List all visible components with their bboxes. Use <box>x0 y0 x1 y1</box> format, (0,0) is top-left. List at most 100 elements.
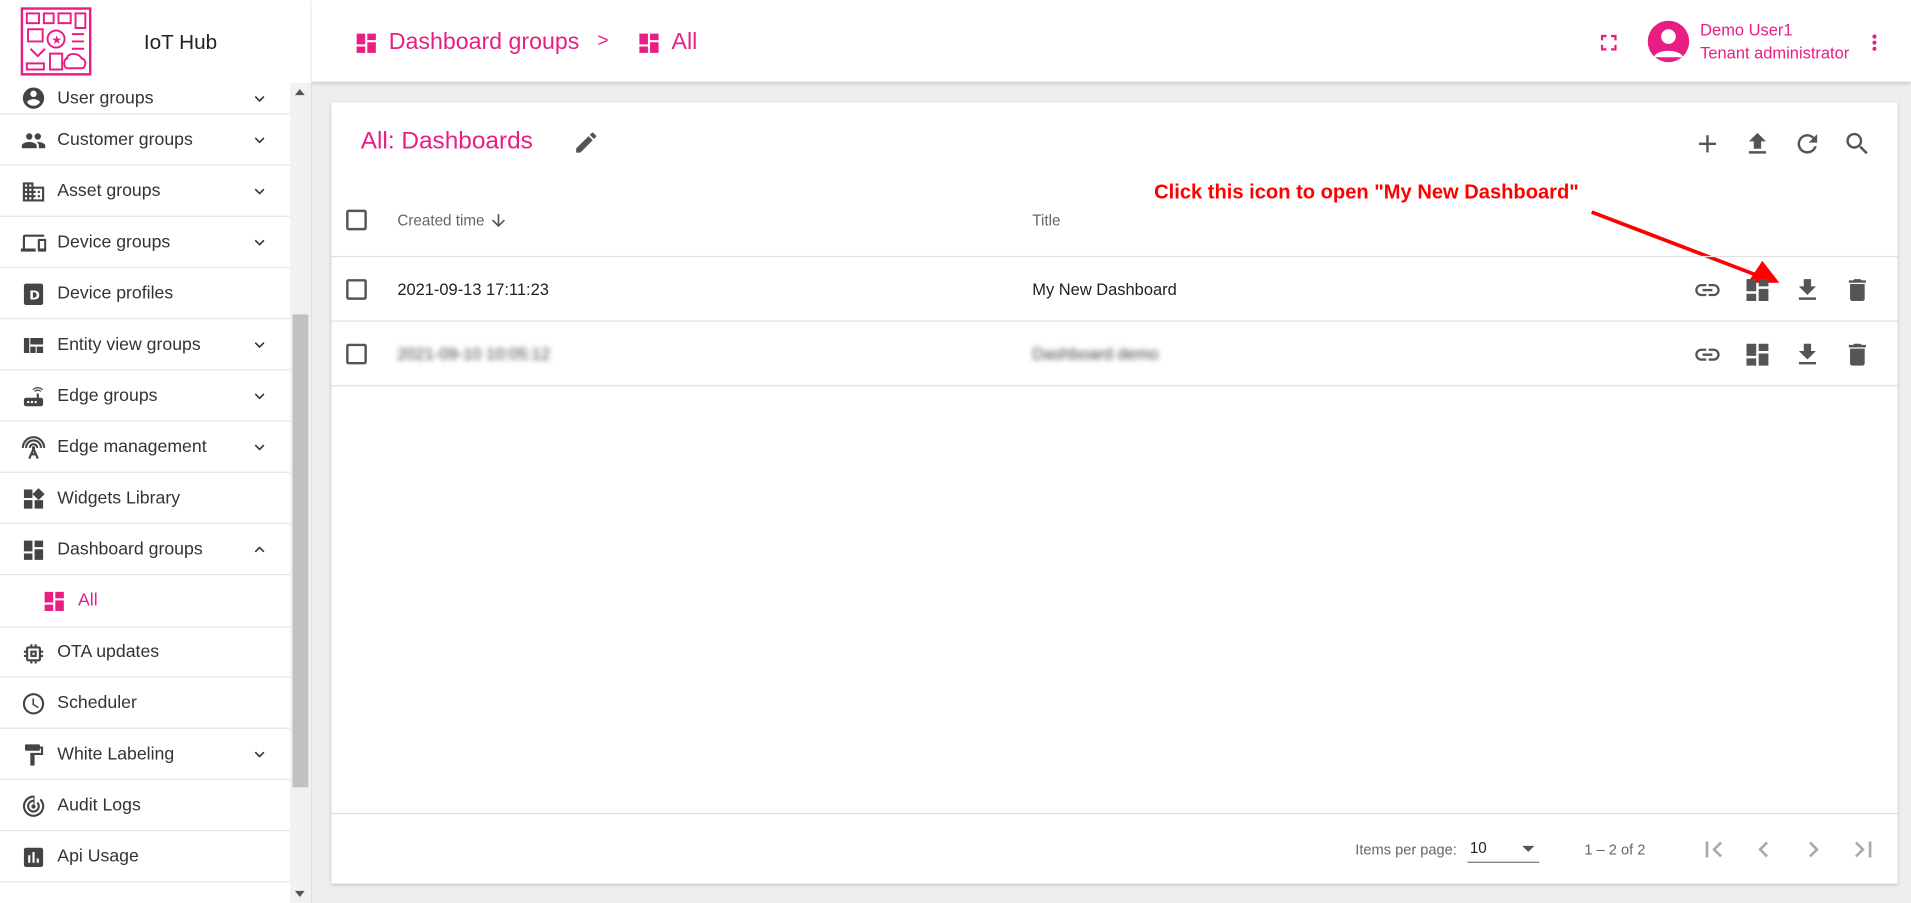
chevron-down-icon[interactable] <box>250 335 270 355</box>
sidebar-item-device-profiles[interactable]: D Device profiles <box>0 268 291 320</box>
chevron-down-icon[interactable] <box>250 130 270 150</box>
sidebar-item-entity-view-groups[interactable]: Entity view groups <box>0 319 291 371</box>
upload-icon[interactable] <box>1743 129 1772 158</box>
app-logo[interactable]: ★ <box>20 7 92 76</box>
scroll-up-arrow-icon[interactable] <box>294 88 305 96</box>
sidebar-item-label: Edge groups <box>57 385 158 406</box>
open-dashboard-icon[interactable] <box>1743 340 1772 369</box>
sidebar-item-api-usage[interactable]: Api Usage <box>0 831 291 883</box>
sidebar-scrollbar[interactable] <box>290 82 311 903</box>
arrow-down-icon[interactable] <box>489 211 509 231</box>
dashboards-card: All: Dashboards Click this icon to open … <box>331 102 1898 884</box>
sidebar-item-edge-groups[interactable]: Edge groups <box>0 371 291 422</box>
sidebar-item-label: Asset groups <box>57 180 161 201</box>
sidebar-item-label: White Labeling <box>57 744 175 764</box>
delete-icon[interactable] <box>1843 340 1872 369</box>
building-icon <box>21 179 47 205</box>
chevron-down-icon[interactable] <box>250 89 270 109</box>
column-header-created-time[interactable]: Created time <box>397 212 484 229</box>
breadcrumb-dashboard-groups[interactable]: Dashboard groups <box>353 29 579 56</box>
router-icon <box>21 384 47 410</box>
chevron-up-icon[interactable] <box>250 540 270 560</box>
sidebar-item-user-groups[interactable]: User groups <box>0 83 291 115</box>
sidebar-item-label: Edge management <box>57 436 207 457</box>
memory-chip-icon <box>21 641 47 667</box>
view-quilt-icon <box>21 333 47 359</box>
sidebar-item-white-labeling[interactable]: White Labeling <box>0 729 291 780</box>
download-icon[interactable] <box>1793 340 1822 369</box>
table-row[interactable]: 2021-09-10 10:05:12 Dashboard demo <box>331 322 1898 387</box>
sidebar-item-label: Entity view groups <box>57 334 201 355</box>
chevron-down-icon[interactable] <box>250 438 270 458</box>
more-vert-icon[interactable] <box>1862 29 1886 56</box>
first-page-icon[interactable] <box>1698 834 1730 866</box>
fullscreen-icon[interactable] <box>1595 29 1622 56</box>
row-checkbox[interactable] <box>346 343 367 365</box>
previous-page-icon[interactable] <box>1748 834 1780 866</box>
sidebar-item-asset-groups[interactable]: Asset groups <box>0 166 291 217</box>
sidebar-item-audit-logs[interactable]: Audit Logs <box>0 780 291 832</box>
table-header: Created time Title <box>331 188 1898 258</box>
select-all-checkbox[interactable] <box>346 209 367 231</box>
sidebar-item-label: Widgets Library <box>57 488 181 508</box>
dashboard-icon <box>636 30 662 56</box>
cell-created-time: 2021-09-13 17:11:23 <box>397 280 549 299</box>
next-page-icon[interactable] <box>1798 834 1830 866</box>
paint-roller-icon <box>21 742 47 768</box>
sidebar-item-label: All <box>78 591 98 611</box>
sidebar-item-label: Scheduler <box>57 692 137 713</box>
chevron-down-icon[interactable] <box>250 386 270 406</box>
sidebar-item-label: Audit Logs <box>57 795 141 815</box>
chevron-down-icon[interactable] <box>250 233 270 253</box>
sidebar-item-label: Dashboard groups <box>57 539 203 559</box>
logo-area: ★ IoT Hub <box>0 0 312 83</box>
sidebar-item-edge-management[interactable]: Edge management <box>0 422 291 473</box>
sidebar-item-ota-updates[interactable]: OTA updates <box>0 626 291 678</box>
widgets-icon <box>21 486 47 512</box>
sidebar-item-device-groups[interactable]: Device groups <box>0 217 291 269</box>
people-icon <box>21 128 47 154</box>
sidebar-item-dashboard-groups[interactable]: Dashboard groups <box>0 524 291 576</box>
link-icon[interactable] <box>1693 275 1722 304</box>
sidebar-item-all[interactable]: All <box>0 575 290 626</box>
items-per-page-select[interactable]: 10 <box>1467 834 1540 863</box>
sidebar-nav: User groups Customer groups Asset groups… <box>0 83 291 903</box>
items-per-page-label: Items per page: <box>1355 840 1457 858</box>
sidebar-item-customer-groups[interactable]: Customer groups <box>0 115 291 166</box>
scroll-thumb[interactable] <box>292 314 309 788</box>
open-dashboard-icon[interactable] <box>1743 275 1772 304</box>
dashboard-icon <box>41 589 67 615</box>
scroll-down-arrow-icon[interactable] <box>294 890 305 897</box>
track-changes-icon <box>21 793 47 819</box>
breadcrumb-label: Dashboard groups <box>388 29 580 55</box>
sidebar-item-scheduler[interactable]: Scheduler <box>0 678 291 729</box>
sidebar-item-widgets-library[interactable]: Widgets Library <box>0 473 291 525</box>
search-icon[interactable] <box>1843 129 1872 158</box>
download-icon[interactable] <box>1793 275 1822 304</box>
items-per-page-value: 10 <box>1469 839 1487 857</box>
bar-chart-icon <box>21 845 47 871</box>
dropdown-caret-icon <box>1522 845 1535 852</box>
sidebar-item-label: Customer groups <box>57 129 193 150</box>
column-header-title[interactable]: Title <box>1032 212 1060 229</box>
chevron-down-icon[interactable] <box>250 182 270 202</box>
breadcrumb-all[interactable]: All <box>636 29 697 56</box>
add-icon[interactable] <box>1693 129 1722 158</box>
clock-icon <box>21 691 47 717</box>
sidebar: ★ IoT Hub User groups Customer groups As… <box>0 0 312 903</box>
table-row[interactable]: 2021-09-13 17:11:23 My New Dashboard <box>331 257 1898 322</box>
avatar[interactable] <box>1647 20 1690 63</box>
sidebar-item-label: OTA updates <box>57 642 160 662</box>
delete-icon[interactable] <box>1843 275 1872 304</box>
devices-icon <box>20 230 47 256</box>
row-checkbox[interactable] <box>346 279 367 300</box>
link-icon[interactable] <box>1693 340 1722 369</box>
chevron-down-icon[interactable] <box>250 745 270 765</box>
cell-title: My New Dashboard <box>1032 280 1177 299</box>
refresh-icon[interactable] <box>1793 129 1822 158</box>
last-page-icon[interactable] <box>1848 834 1880 866</box>
sidebar-item-label: Api Usage <box>57 846 139 866</box>
edit-icon[interactable] <box>573 129 600 156</box>
page-title: All: Dashboards <box>360 127 533 155</box>
cell-created-time: 2021-09-10 10:05:12 <box>397 344 551 364</box>
